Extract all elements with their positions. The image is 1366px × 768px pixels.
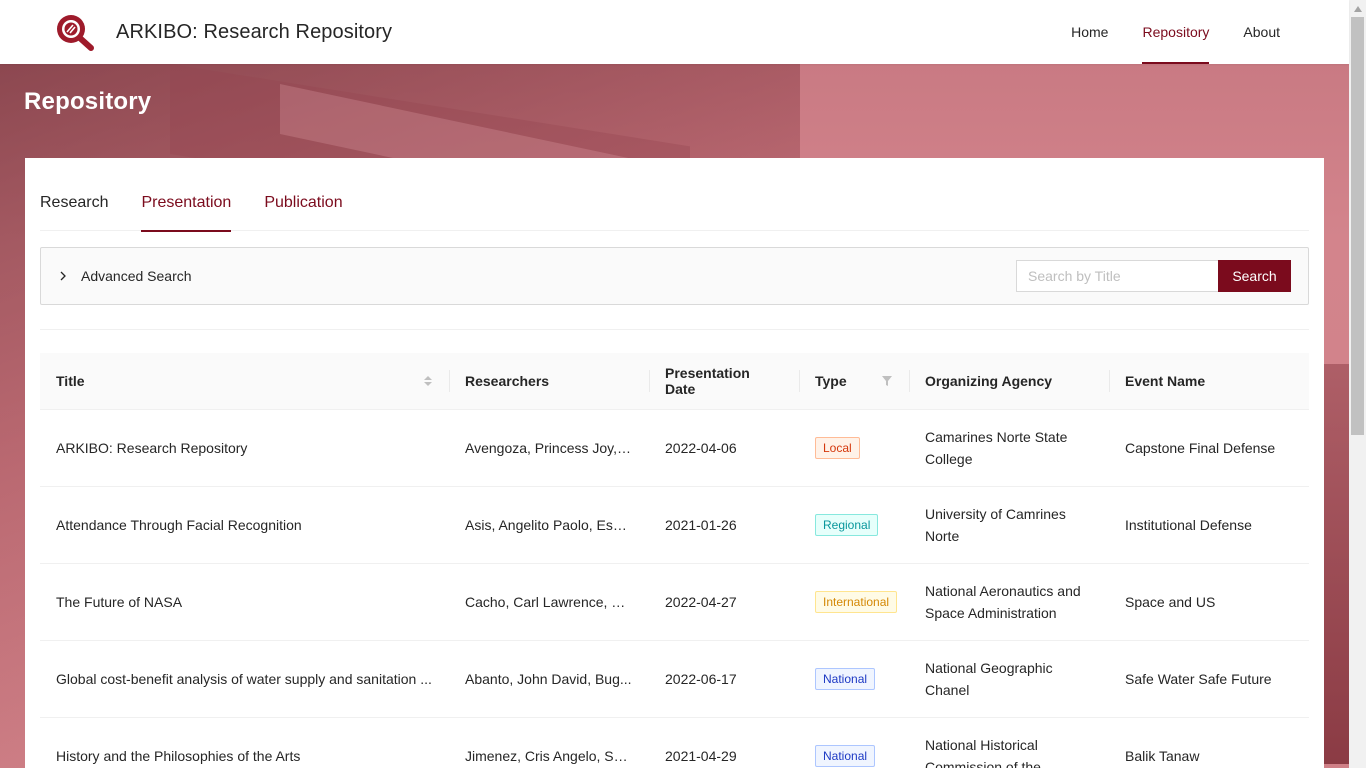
column-header-title[interactable]: Title bbox=[40, 353, 449, 410]
search-button[interactable]: Search bbox=[1218, 260, 1291, 292]
presentations-table: Title Researchers Presentation Date Type bbox=[40, 353, 1309, 768]
cell-date: 2022-04-27 bbox=[649, 563, 799, 641]
cell-agency: National Historical Commission of the bbox=[909, 717, 1109, 768]
cell-type: Local bbox=[799, 409, 909, 487]
table-row[interactable]: Global cost-benefit analysis of water su… bbox=[40, 640, 1309, 718]
type-tag: National bbox=[815, 668, 876, 690]
cell-type: International bbox=[799, 563, 909, 641]
cell-event: Safe Water Safe Future bbox=[1109, 640, 1309, 718]
cell-researchers: Abanto, John David, Bug... bbox=[449, 640, 649, 718]
cell-date: 2022-04-06 bbox=[649, 409, 799, 487]
tab-research[interactable]: Research bbox=[40, 158, 108, 231]
cell-title: ARKIBO: Research Repository bbox=[40, 409, 449, 487]
cell-event: Institutional Defense bbox=[1109, 486, 1309, 564]
column-header-researchers: Researchers bbox=[449, 353, 649, 410]
type-tag: International bbox=[815, 591, 898, 613]
cell-type: National bbox=[799, 717, 909, 768]
column-header-label: Organizing Agency bbox=[925, 372, 1053, 389]
cell-type: Regional bbox=[799, 486, 909, 564]
cell-event: Balik Tanaw bbox=[1109, 717, 1309, 768]
main-nav: Home Repository About bbox=[1054, 0, 1297, 64]
cell-agency: National Geographic Chanel bbox=[909, 640, 1109, 718]
chevron-right-icon bbox=[60, 271, 66, 281]
type-tag: Regional bbox=[815, 514, 879, 536]
column-header-type: Type bbox=[799, 353, 909, 410]
cell-researchers: Cacho, Carl Lawrence, Me... bbox=[449, 563, 649, 641]
table-row[interactable]: History and the Philosophies of the Arts… bbox=[40, 717, 1309, 768]
search-input[interactable] bbox=[1016, 260, 1218, 292]
table-header-row: Title Researchers Presentation Date Type bbox=[40, 353, 1309, 410]
scrollbar-thumb[interactable] bbox=[1351, 17, 1364, 435]
nav-repository[interactable]: Repository bbox=[1125, 0, 1226, 64]
column-header-event-name: Event Name bbox=[1109, 353, 1309, 410]
nav-home[interactable]: Home bbox=[1054, 0, 1125, 64]
page-title: Repository bbox=[24, 88, 152, 115]
table-row[interactable]: The Future of NASA Cacho, Carl Lawrence,… bbox=[40, 563, 1309, 641]
brand[interactable]: ARKIBO: Research Repository bbox=[54, 12, 392, 52]
advanced-search-label: Advanced Search bbox=[81, 268, 192, 284]
scroll-up-arrow-icon[interactable] bbox=[1349, 0, 1366, 17]
cell-agency: University of Camrines Norte bbox=[909, 486, 1109, 564]
cell-date: 2021-04-29 bbox=[649, 717, 799, 768]
page-scrollbar[interactable] bbox=[1349, 0, 1366, 768]
sort-icon[interactable] bbox=[423, 373, 433, 389]
cell-researchers: Avengoza, Princess Joy, L... bbox=[449, 409, 649, 487]
cell-type: National bbox=[799, 640, 909, 718]
table-row[interactable]: ARKIBO: Research Repository Avengoza, Pr… bbox=[40, 409, 1309, 487]
tab-publication[interactable]: Publication bbox=[264, 158, 342, 231]
column-header-label: Type bbox=[815, 372, 847, 389]
top-navbar: ARKIBO: Research Repository Home Reposit… bbox=[0, 0, 1349, 64]
cell-title: History and the Philosophies of the Arts bbox=[40, 717, 449, 768]
cell-title: Attendance Through Facial Recognition bbox=[40, 486, 449, 564]
cell-researchers: Jimenez, Cris Angelo, Sen... bbox=[449, 717, 649, 768]
nav-about[interactable]: About bbox=[1226, 0, 1297, 64]
column-header-label: Title bbox=[56, 372, 85, 389]
column-header-label: Event Name bbox=[1125, 372, 1206, 389]
column-header-label: Researchers bbox=[465, 372, 550, 389]
cell-event: Space and US bbox=[1109, 563, 1309, 641]
repository-tabs: Research Presentation Publication bbox=[40, 158, 1309, 232]
type-tag: National bbox=[815, 745, 876, 767]
cell-researchers: Asis, Angelito Paolo, Esm... bbox=[449, 486, 649, 564]
app-title: ARKIBO: Research Repository bbox=[116, 20, 393, 43]
column-header-label: Presentation Date bbox=[665, 364, 750, 397]
cell-title: The Future of NASA bbox=[40, 563, 449, 641]
magnifier-logo-icon bbox=[57, 15, 94, 51]
table-row[interactable]: Attendance Through Facial Recognition As… bbox=[40, 486, 1309, 564]
cell-agency: Camarines Norte State College bbox=[909, 409, 1109, 487]
repository-card: Research Presentation Publication Advanc… bbox=[25, 158, 1324, 768]
advanced-search-panel: Advanced Search Search bbox=[40, 247, 1309, 305]
cell-event: Capstone Final Defense bbox=[1109, 409, 1309, 487]
column-header-organizing-agency: Organizing Agency bbox=[909, 353, 1109, 410]
cell-agency: National Aeronautics and Space Administr… bbox=[909, 563, 1109, 641]
tab-presentation[interactable]: Presentation bbox=[141, 158, 231, 232]
advanced-search-toggle[interactable]: Advanced Search bbox=[57, 268, 192, 284]
search-group: Search bbox=[1016, 260, 1291, 292]
type-tag: Local bbox=[815, 437, 860, 459]
cell-date: 2021-01-26 bbox=[649, 486, 799, 564]
column-header-presentation-date: Presentation Date bbox=[649, 353, 799, 410]
filter-icon[interactable] bbox=[881, 375, 893, 387]
cell-title: Global cost-benefit analysis of water su… bbox=[40, 640, 449, 718]
divider bbox=[40, 329, 1309, 330]
cell-date: 2022-06-17 bbox=[649, 640, 799, 718]
